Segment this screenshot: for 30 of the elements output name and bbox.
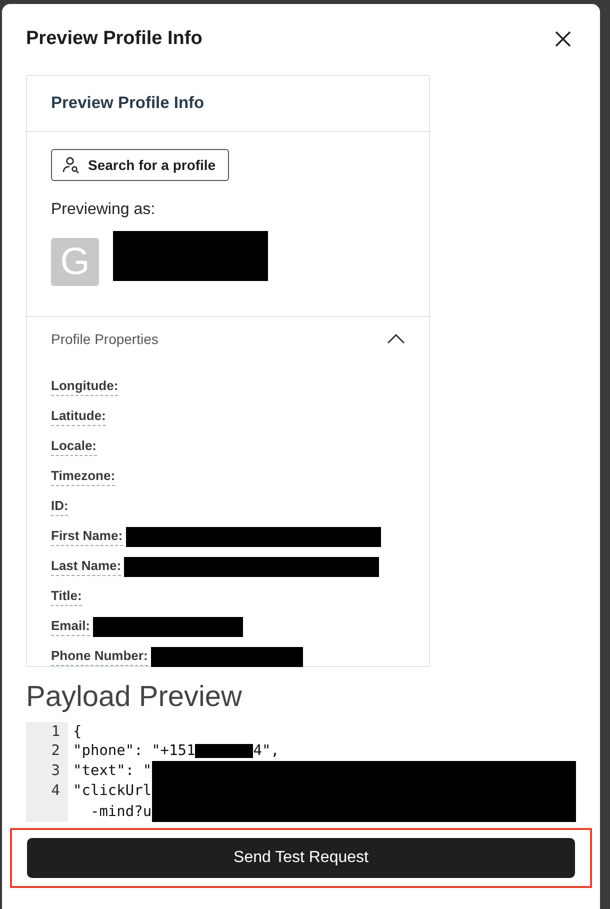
code-line: "text": " bbox=[72, 762, 152, 779]
close-icon bbox=[554, 30, 572, 48]
property-label: Last Name: bbox=[51, 558, 122, 576]
code-line: { bbox=[72, 724, 82, 740]
property-label: First Name: bbox=[51, 528, 123, 546]
code-line: -mind?u bbox=[89, 804, 152, 820]
line-number: 2 bbox=[26, 741, 68, 760]
person-search-icon bbox=[62, 156, 80, 174]
property-label: Email: bbox=[51, 618, 90, 636]
line-number: 1 bbox=[26, 722, 68, 742]
code-line: 4", bbox=[253, 742, 280, 759]
code-line: "clickUrl bbox=[72, 783, 152, 800]
payload-title: Payload Preview bbox=[26, 681, 243, 714]
search-profile-button[interactable]: Search for a profile bbox=[51, 149, 229, 181]
section-title: Profile Properties bbox=[51, 331, 158, 347]
property-label: Phone Number: bbox=[51, 648, 148, 666]
line-number: 4 bbox=[26, 781, 68, 802]
card-title: Preview Profile Info bbox=[51, 94, 204, 113]
send-test-request-button[interactable]: Send Test Request bbox=[27, 838, 575, 878]
property-label: Latitude: bbox=[51, 408, 106, 426]
previewing-label: Previewing as: bbox=[51, 201, 156, 219]
code-line: "phone": "+151 bbox=[72, 742, 196, 759]
property-label: ID: bbox=[51, 498, 68, 516]
property-label: Locale: bbox=[51, 438, 97, 456]
profile-properties-header[interactable]: Profile Properties bbox=[27, 317, 429, 347]
property-label: Timezone: bbox=[51, 468, 116, 486]
dialog-title: Preview Profile Info bbox=[26, 28, 202, 50]
property-label: Title: bbox=[51, 588, 82, 606]
property-label: Longitude: bbox=[51, 378, 118, 396]
line-number: 3 bbox=[26, 760, 68, 781]
